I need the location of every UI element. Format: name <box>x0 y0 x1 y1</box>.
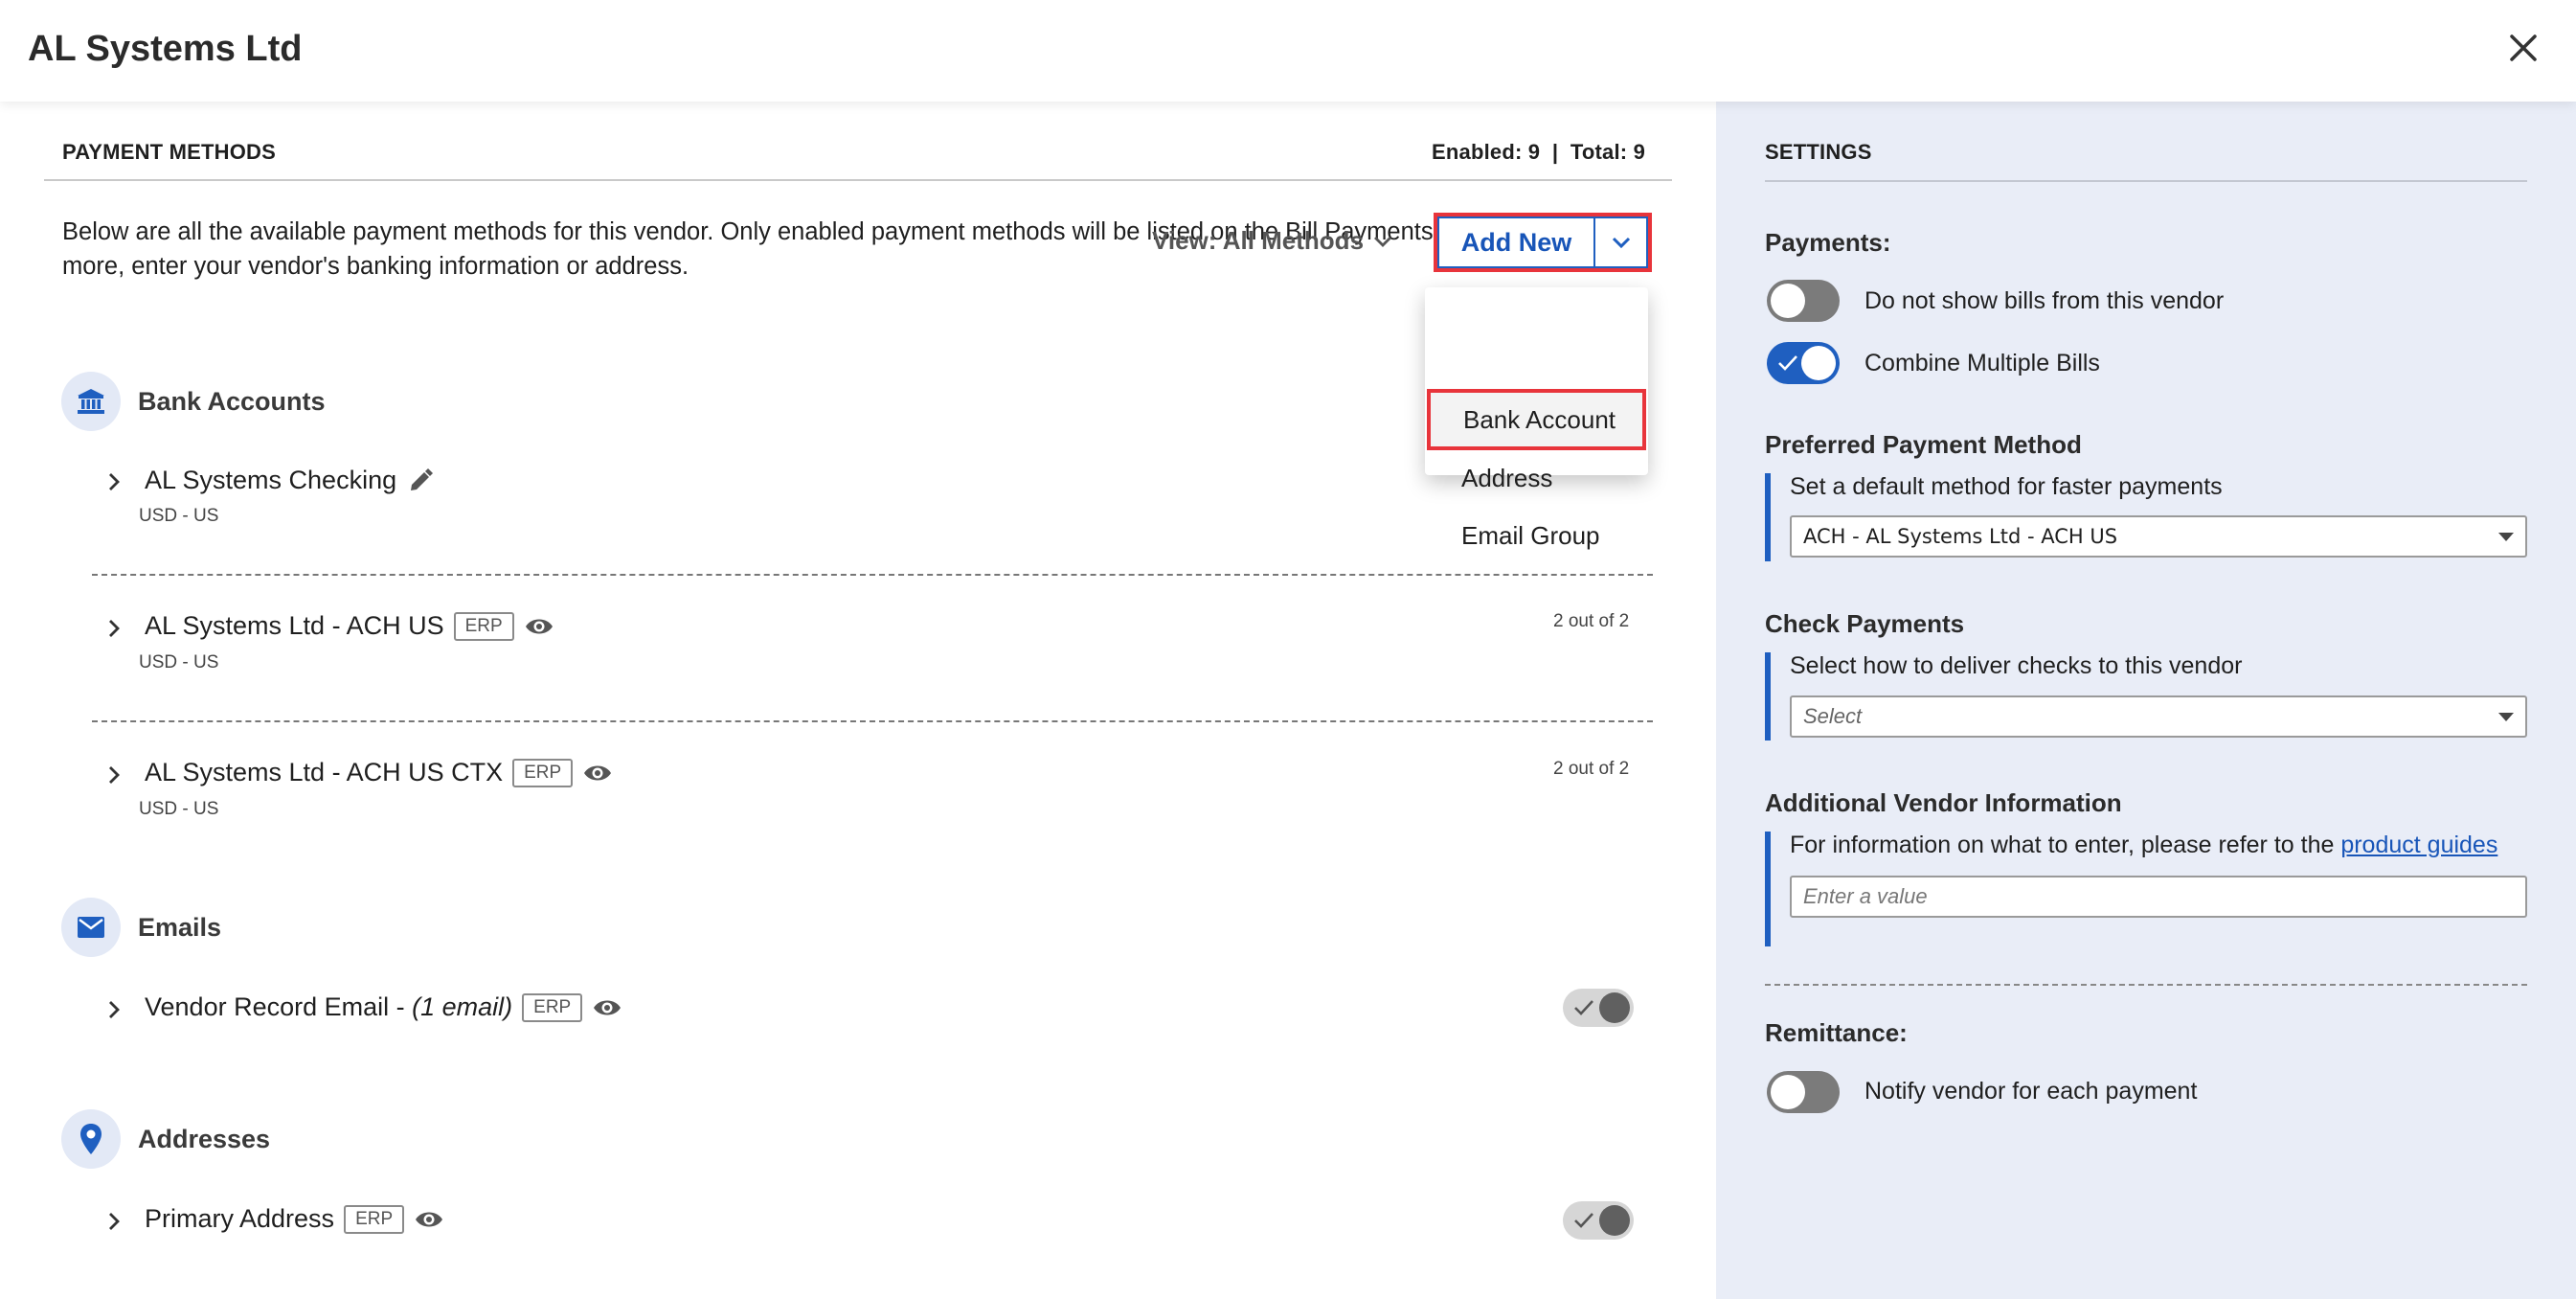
settings-heading: SETTINGS <box>1765 140 1872 164</box>
add-new-split-button: Add New <box>1434 213 1652 272</box>
bank-row-currency: USD - US <box>139 799 219 819</box>
chevron-right-icon[interactable] <box>102 998 125 1021</box>
mail-icon <box>78 917 104 938</box>
emails-title: Emails <box>138 913 222 942</box>
chevron-right-icon[interactable] <box>102 1210 125 1233</box>
additional-info-label: Additional Vendor Information <box>1765 788 2122 817</box>
bank-row-checking[interactable]: AL Systems Checking <box>145 466 435 495</box>
check-icon <box>1778 355 1797 371</box>
eye-icon[interactable] <box>582 762 613 785</box>
address-group-badge <box>61 1109 121 1169</box>
check-helper: Select how to deliver checks to this ven… <box>1790 652 2243 679</box>
bank-row-currency: USD - US <box>139 652 219 672</box>
hide-bills-label: Do not show bills from this vendor <box>1864 287 2225 314</box>
view-filter-dropdown[interactable]: View: All Methods <box>1152 226 1392 256</box>
chevron-right-icon[interactable] <box>102 763 125 786</box>
chevron-down-icon <box>1612 237 1630 249</box>
accent-bar <box>1765 652 1771 741</box>
preferred-method-label: Preferred Payment Method <box>1765 430 2082 459</box>
toggle-knob <box>1599 1205 1630 1236</box>
email-group-badge <box>61 898 121 957</box>
check-payments-label: Check Payments <box>1765 609 1965 638</box>
toggle-knob <box>1801 346 1836 380</box>
location-pin-icon <box>80 1124 102 1154</box>
eye-icon[interactable] <box>414 1208 444 1231</box>
combine-bills-toggle[interactable] <box>1767 342 1840 384</box>
preferred-method-value: ACH - AL Systems Ltd - ACH US <box>1803 525 2118 548</box>
pencil-icon[interactable] <box>406 467 435 495</box>
bank-row-ach-us-ctx[interactable]: AL Systems Ltd - ACH US CTX ERP <box>145 758 613 787</box>
add-new-caret-button[interactable] <box>1594 216 1648 268</box>
toggle-knob <box>1771 284 1805 318</box>
check-icon <box>1574 1000 1593 1015</box>
methods-description: Below are all the available payment meth… <box>62 218 1581 280</box>
erp-badge: ERP <box>522 992 583 1022</box>
check-delivery-select[interactable]: Select <box>1790 695 2527 738</box>
check-icon <box>1574 1213 1593 1228</box>
erp-badge: ERP <box>512 758 574 787</box>
hide-bills-toggle[interactable] <box>1767 280 1840 322</box>
notify-vendor-label: Notify vendor for each payment <box>1864 1078 2198 1105</box>
addresses-title: Addresses <box>138 1125 271 1153</box>
eye-icon[interactable] <box>524 615 554 638</box>
menu-item-address[interactable]: Address <box>1425 450 1648 506</box>
chevron-right-icon[interactable] <box>102 470 125 493</box>
chevron-down-icon <box>1374 236 1392 247</box>
remittance-label: Remittance: <box>1765 1018 1908 1047</box>
accent-bar <box>1765 832 1771 946</box>
row-divider <box>92 574 1653 576</box>
methods-counts: Enabled: 9 | Total: 9 <box>1432 140 1646 164</box>
preferred-method-select[interactable]: ACH - AL Systems Ltd - ACH US <box>1790 515 2527 558</box>
toggle-knob <box>1771 1075 1805 1109</box>
payment-methods-heading: PAYMENT METHODS <box>62 140 277 164</box>
bank-group-badge <box>61 372 121 431</box>
page-title: AL Systems Ltd <box>28 29 303 69</box>
approval-ratio: 2 out of 2 <box>1553 759 1630 779</box>
approval-ratio: 2 out of 2 <box>1553 611 1630 631</box>
preferred-helper: Set a default method for faster payments <box>1790 473 2223 500</box>
toggle-knob <box>1599 992 1630 1023</box>
menu-item-bank-account[interactable]: Bank Account <box>1427 389 1646 450</box>
product-guides-link[interactable]: product guides <box>2340 832 2497 858</box>
email-row-label: Vendor Record Email - (1 email) <box>145 992 512 1022</box>
additional-info-input[interactable]: Enter a value <box>1790 876 2527 918</box>
view-filter-label: View: All Methods <box>1152 226 1365 255</box>
bank-accounts-title: Bank Accounts <box>138 387 326 416</box>
accent-bar <box>1765 473 1771 561</box>
check-delivery-placeholder: Select <box>1803 704 1863 728</box>
payments-label: Payments: <box>1765 228 1891 257</box>
address-row-primary[interactable]: Primary Address ERP <box>145 1204 444 1234</box>
notify-vendor-toggle[interactable] <box>1767 1071 1840 1113</box>
caret-down-icon <box>2498 533 2514 541</box>
combine-bills-label: Combine Multiple Bills <box>1864 350 2100 376</box>
bank-icon <box>78 389 104 414</box>
bank-row-ach-us[interactable]: AL Systems Ltd - ACH US ERP <box>145 611 554 641</box>
section-divider <box>44 179 1672 181</box>
caret-down-icon <box>2498 713 2514 721</box>
add-new-button[interactable]: Add New <box>1437 216 1594 268</box>
email-enable-toggle[interactable] <box>1563 989 1634 1027</box>
email-row-vendor-record[interactable]: Vendor Record Email - (1 email) ERP <box>145 992 622 1022</box>
payment-methods-panel: PAYMENT METHODS Enabled: 9 | Total: 9 Be… <box>0 102 1716 1299</box>
bank-row-label: AL Systems Ltd - ACH US <box>145 611 444 640</box>
chevron-right-icon[interactable] <box>102 617 125 640</box>
erp-badge: ERP <box>344 1204 405 1234</box>
modal-header: AL Systems Ltd <box>0 0 2576 102</box>
bank-row-currency: USD - US <box>139 506 219 526</box>
additional-helper: For information on what to enter, please… <box>1790 832 2497 859</box>
settings-dashed-divider <box>1765 984 2527 986</box>
address-enable-toggle[interactable] <box>1563 1201 1634 1240</box>
additional-helper-text: For information on what to enter, please… <box>1790 832 2341 858</box>
erp-badge: ERP <box>453 611 514 641</box>
bank-row-label: AL Systems Ltd - ACH US CTX <box>145 758 504 786</box>
row-divider <box>92 720 1653 722</box>
email-row-name: Vendor Record Email - <box>145 992 413 1021</box>
address-row-label: Primary Address <box>145 1204 335 1233</box>
bank-row-label: AL Systems Checking <box>145 466 397 494</box>
close-icon[interactable] <box>2504 29 2542 67</box>
settings-divider <box>1765 180 2527 182</box>
eye-icon[interactable] <box>592 996 622 1019</box>
email-count: (1 email) <box>412 992 513 1021</box>
menu-item-email-group[interactable]: Email Group <box>1425 508 1648 563</box>
